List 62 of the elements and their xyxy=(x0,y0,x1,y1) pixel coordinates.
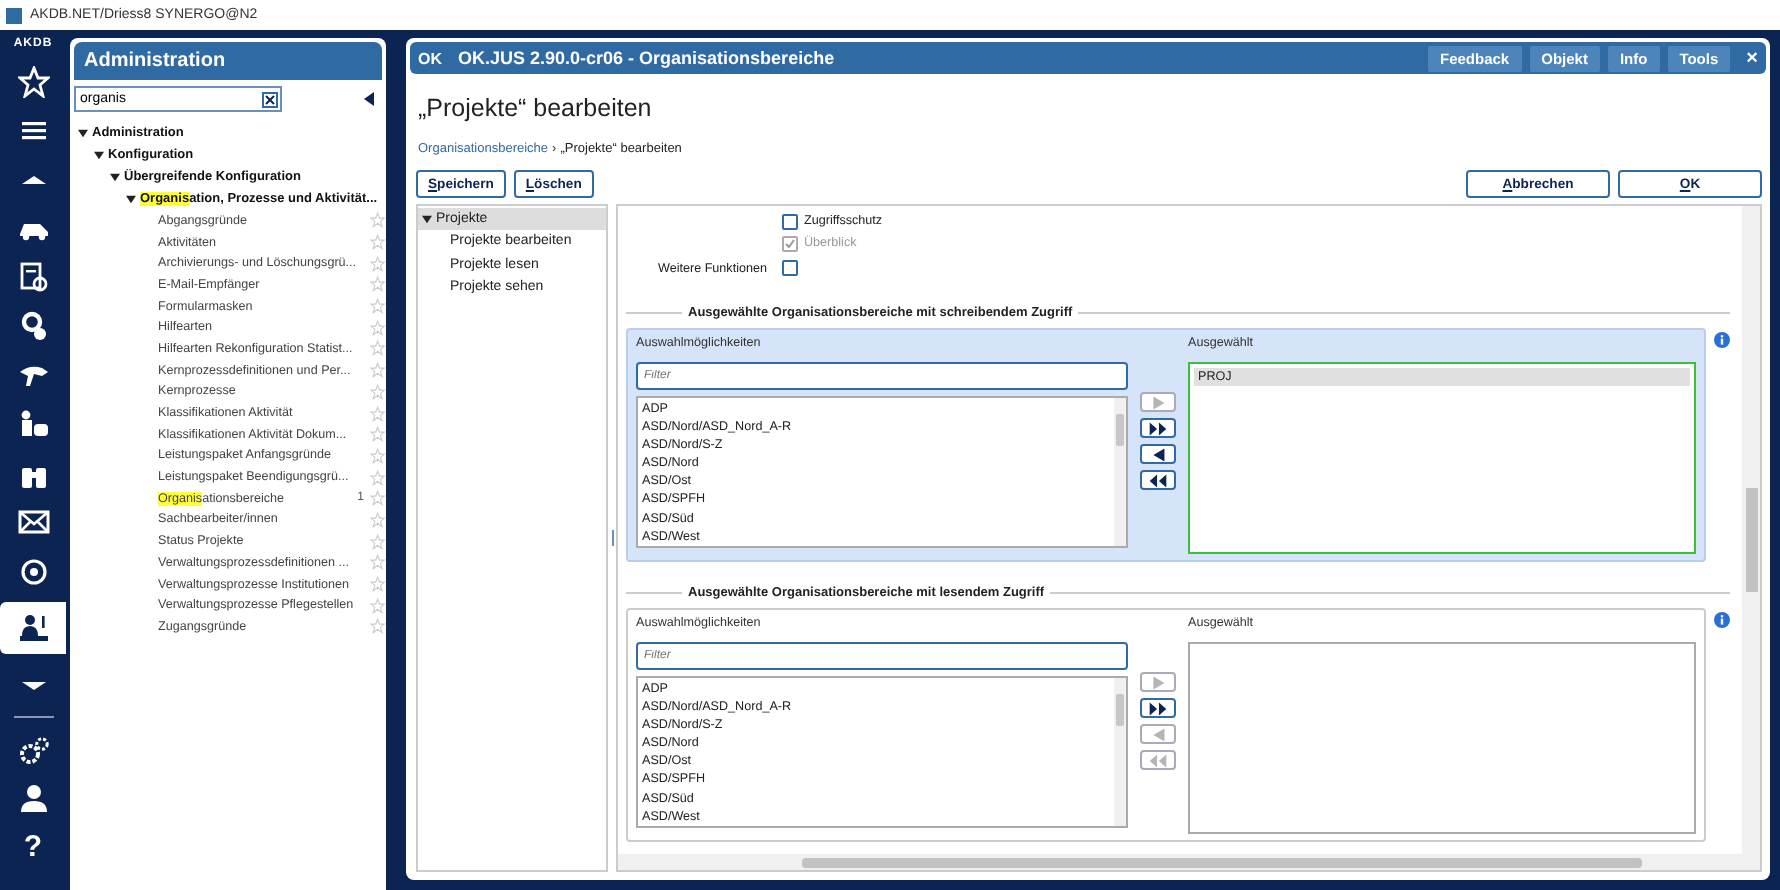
target-icon xyxy=(17,555,49,587)
person-icon xyxy=(17,782,49,814)
gears-icon xyxy=(17,733,49,765)
rail-tab[interactable] xyxy=(0,602,66,654)
star-icon[interactable] xyxy=(370,511,386,528)
double-left-triangle-icon xyxy=(1146,749,1170,771)
window-title: OK.JUS 2.90.0-cr06 - Organisationsbereiche xyxy=(458,48,835,68)
mail-icon xyxy=(17,506,49,538)
scrollbar[interactable] xyxy=(1742,206,1760,854)
double-right-triangle-icon xyxy=(1146,417,1170,439)
star-icon[interactable] xyxy=(370,554,386,571)
panel-title: Administration xyxy=(74,42,382,80)
checkbox[interactable] xyxy=(782,260,798,276)
person-desk-icon xyxy=(17,612,49,644)
star-icon[interactable] xyxy=(370,276,386,293)
add-all-button[interactable] xyxy=(1140,418,1176,438)
star-icon[interactable] xyxy=(370,618,386,635)
scrollbar[interactable] xyxy=(1114,398,1126,546)
clear-icon[interactable] xyxy=(262,91,278,107)
star-icon[interactable] xyxy=(370,212,386,229)
gear-person-icon xyxy=(17,310,49,342)
info-icon[interactable] xyxy=(1714,332,1730,348)
star-icon[interactable] xyxy=(370,533,386,550)
star-icon[interactable] xyxy=(370,319,386,336)
checkbox[interactable] xyxy=(782,213,798,229)
star-icon[interactable] xyxy=(370,340,386,357)
expand-toggle-icon[interactable] xyxy=(110,172,120,182)
star-icon[interactable] xyxy=(370,298,386,315)
star-icon[interactable] xyxy=(370,490,386,507)
collapse-icon[interactable] xyxy=(364,92,374,106)
star-icon[interactable] xyxy=(370,362,386,379)
caret-down-icon xyxy=(21,681,45,689)
caret-up-icon xyxy=(21,175,45,183)
app-icon xyxy=(6,7,22,23)
scrollbar[interactable] xyxy=(618,854,1760,870)
star-icon[interactable] xyxy=(370,426,386,443)
scrollbar[interactable] xyxy=(1114,678,1126,826)
double-right-triangle-icon xyxy=(1146,697,1170,719)
star-icon[interactable] xyxy=(370,405,386,422)
expand-toggle-icon[interactable] xyxy=(78,128,88,138)
star-icon[interactable] xyxy=(370,597,386,614)
rail-tab[interactable]: ? xyxy=(0,829,66,865)
expand-toggle-icon[interactable] xyxy=(94,150,104,160)
star-icon[interactable] xyxy=(370,469,386,486)
info-icon[interactable] xyxy=(1714,612,1730,628)
double-left-triangle-icon xyxy=(1146,469,1170,491)
remove-all-button[interactable] xyxy=(1140,470,1176,490)
star-icon[interactable] xyxy=(370,255,386,272)
star-icon xyxy=(17,65,49,97)
people-icon xyxy=(17,408,49,440)
remove-button[interactable] xyxy=(1140,444,1176,464)
star-icon[interactable] xyxy=(370,383,386,400)
close-icon[interactable]: × xyxy=(1746,47,1758,69)
logo: OK xyxy=(418,49,442,67)
expand-toggle-icon[interactable] xyxy=(422,214,432,224)
star-icon[interactable] xyxy=(370,234,386,251)
page-title: „Projekte“ bearbeiten xyxy=(418,94,654,122)
document-icon xyxy=(17,261,49,293)
add-all-button[interactable] xyxy=(1140,698,1176,718)
expand-toggle-icon[interactable] xyxy=(126,194,136,204)
star-icon[interactable] xyxy=(370,576,386,593)
star-icon[interactable] xyxy=(370,447,386,464)
